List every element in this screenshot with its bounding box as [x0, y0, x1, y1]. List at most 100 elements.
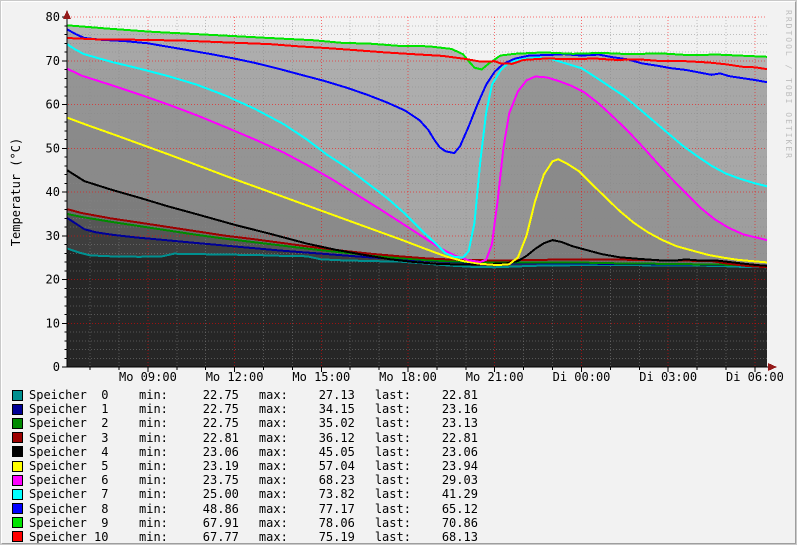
- plot-area: 01020304050607080Mo 09:00Mo 12:00Mo 15:0…: [2, 2, 797, 387]
- legend-min-label: min:: [139, 459, 168, 473]
- legend-min-label: min:: [139, 388, 168, 402]
- y-tick-label: 20: [46, 273, 60, 287]
- legend-last-value: 23.06: [411, 445, 478, 459]
- x-tick-label: Di 03:00: [639, 370, 697, 384]
- legend-max-label: max:: [259, 388, 288, 402]
- legend-min-value: 22.81: [168, 431, 239, 445]
- legend-max-label: max:: [259, 487, 288, 501]
- legend-series-name: Speicher 2: [29, 416, 139, 430]
- legend-last-value: 68.13: [411, 530, 478, 544]
- legend-min-label: min:: [139, 502, 168, 516]
- legend-max-value: 57.04: [288, 459, 355, 473]
- legend-series-name: Speicher 10: [29, 530, 139, 544]
- legend-max-value: 36.12: [288, 431, 355, 445]
- legend-min-value: 23.19: [168, 459, 239, 473]
- legend-min-value: 22.75: [168, 416, 239, 430]
- legend: Speicher 0min:22.75max:27.13last:22.81Sp…: [12, 388, 478, 544]
- legend-max-value: 35.02: [288, 416, 355, 430]
- legend-row: Speicher 9min:67.91 max:78.06 last:70.86: [12, 516, 478, 530]
- legend-last-label: last:: [375, 402, 411, 416]
- legend-series-name: Speicher 0: [29, 388, 139, 402]
- legend-row: Speicher 2min:22.75max:35.02last:23.13: [12, 416, 478, 430]
- legend-row: Speicher 6min:23.75max:68.23last:29.03: [12, 473, 478, 487]
- legend-row: Speicher 0min:22.75 max:27.13 last:22.81: [12, 388, 478, 402]
- legend-series-name: Speicher 6: [29, 473, 139, 487]
- legend-last-value: 23.13: [411, 416, 478, 430]
- legend-max-label: max:: [259, 402, 288, 416]
- x-tick-label: Mo 12:00: [206, 370, 264, 384]
- legend-min-label: min:: [139, 402, 168, 416]
- legend-row: Speicher 7min:25.00max:73.82last:41.29: [12, 487, 478, 501]
- legend-row: Speicher 4min:23.06max:45.05last:23.06: [12, 445, 478, 459]
- legend-max-label: max:: [259, 516, 288, 530]
- legend-last-value: 29.03: [411, 473, 478, 487]
- legend-swatch: [12, 531, 23, 542]
- x-tick-label: Di 06:00: [726, 370, 784, 384]
- legend-row: Speicher 3min:22.81max:36.12last:22.81: [12, 431, 478, 445]
- legend-last-value: 65.12: [411, 502, 478, 516]
- legend-swatch: [12, 432, 23, 443]
- legend-min-value: 22.75: [168, 402, 239, 416]
- legend-min-label: min:: [139, 516, 168, 530]
- legend-max-value: 34.15: [288, 402, 355, 416]
- legend-max-value: 45.05: [288, 445, 355, 459]
- legend-max-label: max:: [259, 431, 288, 445]
- legend-max-label: max:: [259, 502, 288, 516]
- legend-last-label: last:: [375, 516, 411, 530]
- legend-min-label: min:: [139, 431, 168, 445]
- legend-swatch: [12, 446, 23, 457]
- y-tick-label: 0: [53, 360, 60, 374]
- legend-series-name: Speicher 8: [29, 502, 139, 516]
- legend-min-value: 67.77: [168, 530, 239, 544]
- legend-min-value: 67.91: [168, 516, 239, 530]
- legend-swatch: [12, 404, 23, 415]
- legend-max-value: 78.06: [288, 516, 355, 530]
- legend-max-label: max:: [259, 416, 288, 430]
- y-tick-label: 70: [46, 54, 60, 68]
- legend-series-name: Speicher 4: [29, 445, 139, 459]
- legend-row: Speicher 10min:67.77max:75.19last:68.13: [12, 530, 478, 544]
- legend-series-name: Speicher 9: [29, 516, 139, 530]
- legend-max-value: 68.23: [288, 473, 355, 487]
- legend-max-value: 73.82: [288, 487, 355, 501]
- legend-swatch: [12, 418, 23, 429]
- legend-min-value: 22.75: [168, 388, 239, 402]
- legend-min-label: min:: [139, 473, 168, 487]
- legend-swatch: [12, 390, 23, 401]
- y-tick-label: 80: [46, 10, 60, 24]
- legend-last-value: 23.16: [411, 402, 478, 416]
- legend-last-label: last:: [375, 431, 411, 445]
- legend-max-label: max:: [259, 473, 288, 487]
- legend-last-label: last:: [375, 459, 411, 473]
- legend-last-value: 70.86: [411, 516, 478, 530]
- legend-last-value: 22.81: [411, 388, 478, 402]
- legend-min-label: min:: [139, 530, 168, 544]
- y-tick-label: 10: [46, 316, 60, 330]
- legend-min-label: min:: [139, 445, 168, 459]
- legend-row: Speicher 5min:23.19 max:57.04 last:23.94: [12, 459, 478, 473]
- legend-max-label: max:: [259, 530, 288, 544]
- x-tick-label: Di 00:00: [553, 370, 611, 384]
- legend-max-value: 75.19: [288, 530, 355, 544]
- legend-max-value: 27.13: [288, 388, 355, 402]
- legend-min-label: min:: [139, 487, 168, 501]
- y-tick-label: 60: [46, 98, 60, 112]
- legend-series-name: Speicher 5: [29, 459, 139, 473]
- legend-last-label: last:: [375, 487, 411, 501]
- legend-last-label: last:: [375, 502, 411, 516]
- legend-swatch: [12, 475, 23, 486]
- legend-row: Speicher 8min:48.86 max:77.17 last:65.12: [12, 502, 478, 516]
- legend-min-value: 48.86: [168, 502, 239, 516]
- y-axis-arrow-icon: [63, 10, 71, 19]
- x-tick-label: Mo 21:00: [466, 370, 524, 384]
- legend-swatch: [12, 517, 23, 528]
- legend-swatch: [12, 503, 23, 514]
- legend-max-label: max:: [259, 459, 288, 473]
- legend-last-label: last:: [375, 388, 411, 402]
- rrdtool-temperature-graph: Temperatur (°C) 01020304050607080Mo 09:0…: [0, 0, 797, 545]
- legend-last-value: 23.94: [411, 459, 478, 473]
- legend-row: Speicher 1min:22.75max:34.15last:23.16: [12, 402, 478, 416]
- y-tick-label: 50: [46, 141, 60, 155]
- y-tick-label: 40: [46, 185, 60, 199]
- legend-max-value: 77.17: [288, 502, 355, 516]
